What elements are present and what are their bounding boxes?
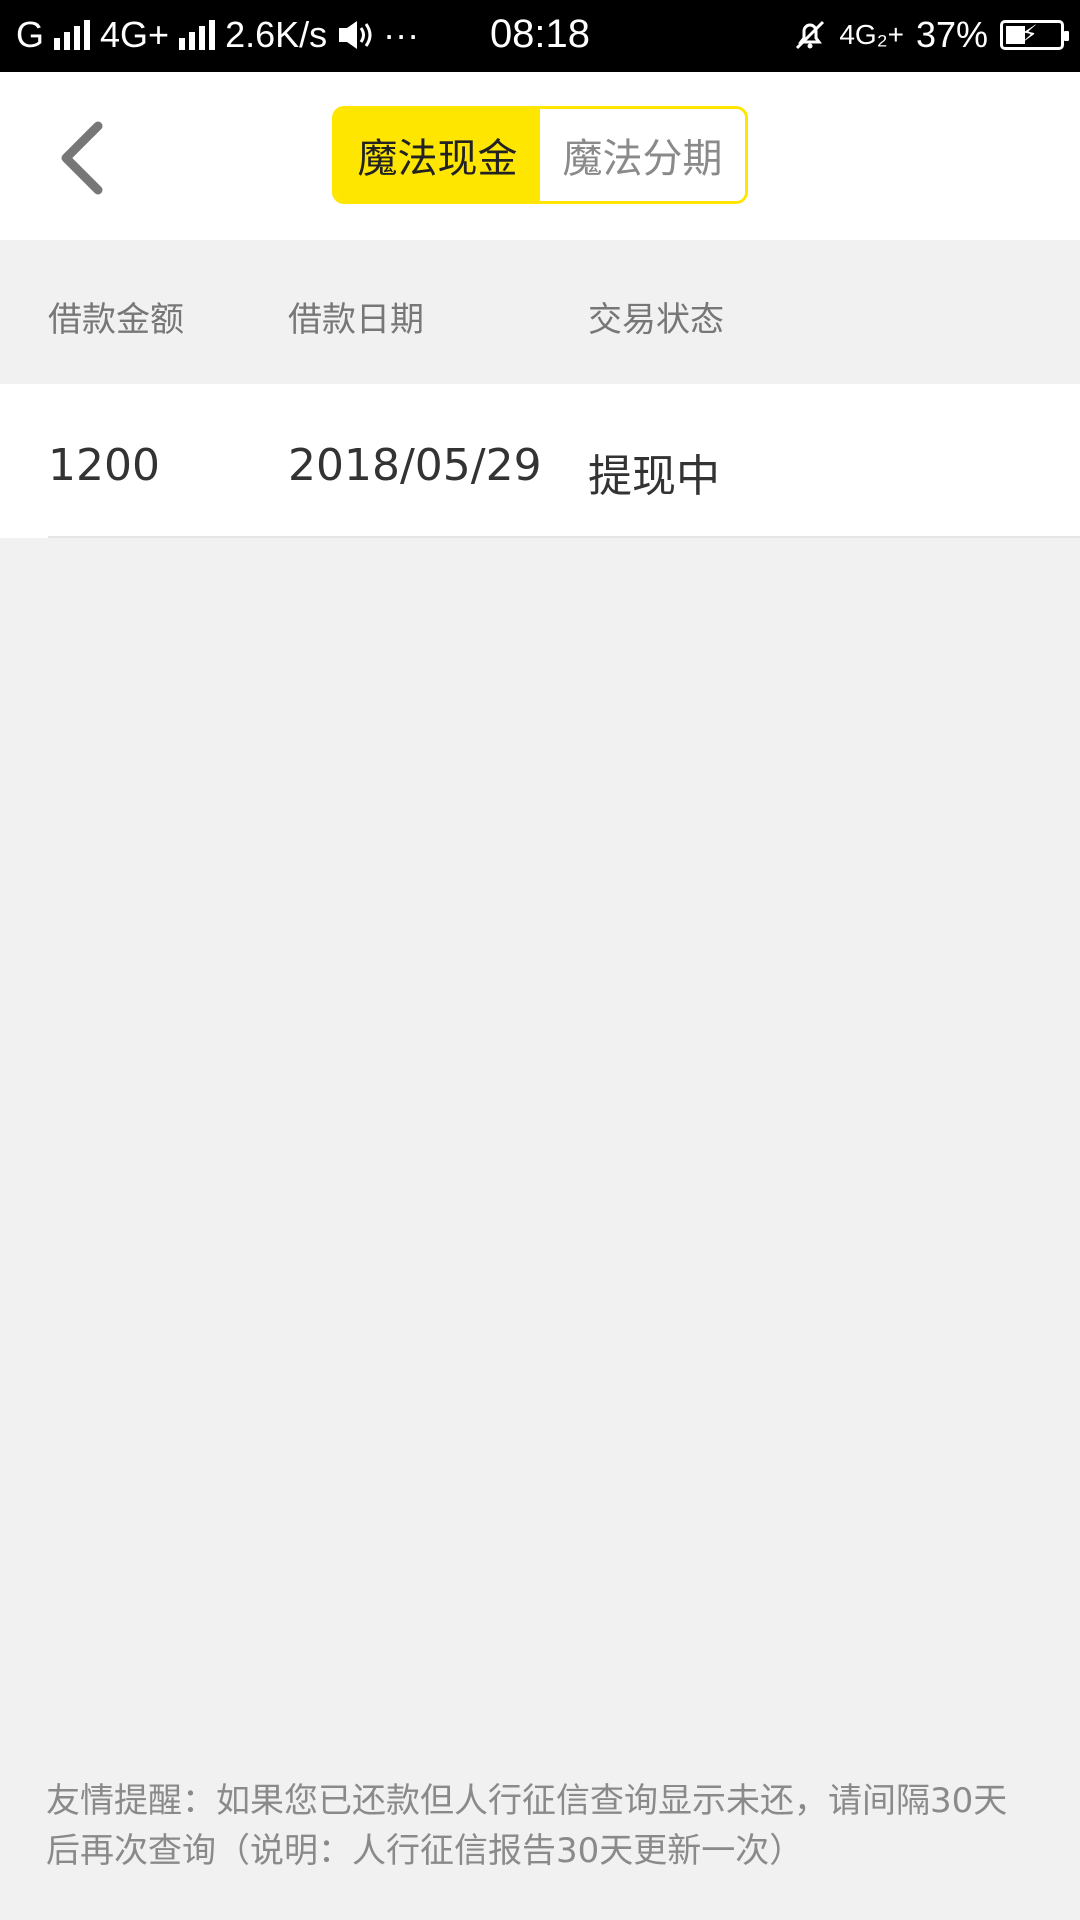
loan-date: 2018/05/29 <box>288 440 542 491</box>
battery-icon: ⚡ <box>1000 20 1069 50</box>
loan-records-page: G 4G+ 2.6K/s ··· 08:18 4G₂+ 37% ⚡ 魔法现金 魔… <box>0 0 1080 1920</box>
table-row[interactable]: 1200 2018/05/29 提现中 <box>0 384 1080 538</box>
column-header-date: 借款日期 <box>288 300 424 340</box>
charging-bolt-icon: ⚡ <box>1021 21 1038 48</box>
back-button[interactable] <box>50 118 120 198</box>
bell-off-icon <box>796 20 825 50</box>
tab-magic-installment[interactable]: 魔法分期 <box>540 109 745 201</box>
column-header-status: 交易状态 <box>588 300 724 340</box>
table-header: 借款金额 借款日期 交易状态 <box>0 240 1080 384</box>
chevron-left-icon <box>61 121 103 195</box>
column-header-amount: 借款金额 <box>48 300 184 340</box>
network-type-label-2: 4G₂+ <box>839 19 904 50</box>
credit-report-notice: 友情提醒：如果您已还款但人行征信查询显示未还，请间隔30天后再次查询（说明：人行… <box>46 1781 1008 1871</box>
battery-percent: 37% <box>915 14 988 55</box>
tab-magic-cash[interactable]: 魔法现金 <box>335 109 540 201</box>
status-bar: G 4G+ 2.6K/s ··· 08:18 4G₂+ 37% ⚡ <box>0 0 1080 72</box>
row-divider <box>48 536 1080 538</box>
status-right: 4G₂+ 37% ⚡ <box>793 14 1069 56</box>
product-tab-switch: 魔法现金 魔法分期 <box>332 106 748 204</box>
loan-amount: 1200 <box>48 440 160 491</box>
transaction-status: 提现中 <box>588 451 720 502</box>
top-nav-bar: 魔法现金 魔法分期 <box>0 72 1080 240</box>
